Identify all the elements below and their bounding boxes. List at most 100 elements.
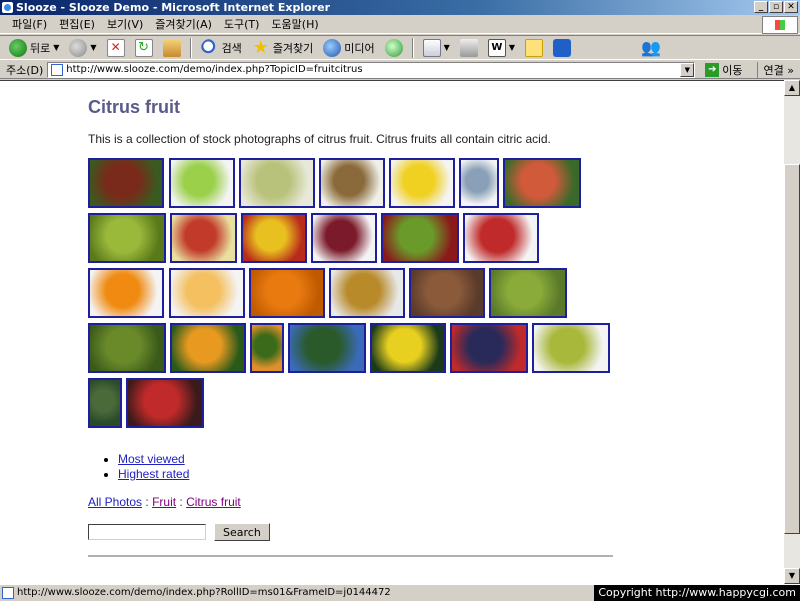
thumb-orange-tree[interactable] xyxy=(170,323,246,373)
back-dropdown-icon[interactable]: ▼ xyxy=(53,43,59,52)
list-item: Most viewed xyxy=(118,452,618,466)
address-label: 주소(D) xyxy=(6,63,44,77)
menu-edit[interactable]: 편집(E) xyxy=(53,16,101,32)
discuss-button[interactable] xyxy=(522,37,546,59)
address-field[interactable]: ▼ xyxy=(47,61,696,78)
thumb-kiwis[interactable] xyxy=(319,158,385,208)
favorites-star-icon: ★ xyxy=(252,36,269,58)
search-submit-button[interactable]: Search xyxy=(214,523,270,541)
status-url: http://www.slooze.com/demo/index.php?Rol… xyxy=(17,587,391,598)
menu-tools[interactable]: 도구(T) xyxy=(218,16,266,32)
thumb-dark-grapes[interactable] xyxy=(450,323,528,373)
address-input[interactable] xyxy=(66,64,667,75)
scroll-up-icon[interactable]: ▲ xyxy=(784,80,800,96)
thumb-grape-bunch[interactable] xyxy=(88,378,122,428)
breadcrumb-separator: : xyxy=(145,495,149,509)
sort-links: Most viewed Highest rated xyxy=(118,452,618,481)
back-icon xyxy=(9,38,27,57)
thumb-clipart[interactable] xyxy=(459,158,499,208)
thumb-red-apple[interactable] xyxy=(463,213,539,263)
status-bar: http://www.slooze.com/demo/index.php?Rol… xyxy=(0,584,800,601)
vertical-scrollbar[interactable]: ▲ ▼ xyxy=(784,80,800,584)
search-icon xyxy=(200,38,219,57)
search-input[interactable] xyxy=(88,524,206,540)
menu-favorites[interactable]: 즐겨찾기(A) xyxy=(149,16,218,32)
window-title: Slooze - Slooze Demo - Microsoft Interne… xyxy=(16,1,330,14)
thumb-market-fruit[interactable] xyxy=(126,378,204,428)
restore-button[interactable]: ▫ xyxy=(769,1,783,13)
edit-dropdown-icon[interactable]: ▼ xyxy=(509,43,515,52)
breadcrumb-all-photos[interactable]: All Photos xyxy=(88,495,142,509)
messenger-button[interactable]: 👥 xyxy=(638,37,662,59)
thumb-peaches[interactable] xyxy=(503,158,581,208)
thumb-lemon-tree[interactable] xyxy=(370,323,446,373)
edit-word-button[interactable]: W ▼ xyxy=(485,37,518,59)
go-arrow-icon: ➔ xyxy=(705,62,720,77)
thumb-pears-apples[interactable] xyxy=(170,213,237,263)
menu-file[interactable]: 파일(F) xyxy=(6,16,53,32)
close-button[interactable]: ✕ xyxy=(784,1,798,13)
home-button[interactable] xyxy=(160,37,184,59)
links-button[interactable]: 연결 » xyxy=(756,61,794,78)
thumb-grapes[interactable] xyxy=(239,158,315,208)
mail-icon xyxy=(422,38,441,57)
thumb-oranges-pile[interactable] xyxy=(249,268,325,318)
thumb-pear[interactable] xyxy=(532,323,610,373)
refresh-button[interactable]: ↻ xyxy=(132,37,156,59)
go-button[interactable]: ➔ 이동 xyxy=(699,62,748,78)
windows-flag-icon xyxy=(762,16,798,34)
scroll-thumb[interactable] xyxy=(784,164,800,534)
favorites-button[interactable]: ★ 즐겨찾기 xyxy=(249,37,316,59)
thumb-lemons[interactable] xyxy=(389,158,455,208)
thumb-grape-crates[interactable] xyxy=(88,323,166,373)
thumb-lemon-apple[interactable] xyxy=(241,213,307,263)
history-button[interactable] xyxy=(382,37,406,59)
thumb-tree-small[interactable] xyxy=(250,323,284,373)
back-label: 뒤로 xyxy=(30,41,51,55)
thumbnail-grid xyxy=(88,158,618,434)
highest-rated-link[interactable]: Highest rated xyxy=(118,467,189,481)
thumb-orange-grove[interactable] xyxy=(288,323,366,373)
most-viewed-link[interactable]: Most viewed xyxy=(118,452,185,466)
minimize-button[interactable]: _ xyxy=(754,1,768,13)
toolbar-separator xyxy=(189,37,192,58)
thumb-apples-tree[interactable] xyxy=(88,158,164,208)
menu-view[interactable]: 보기(V) xyxy=(101,16,149,32)
address-dropdown-icon[interactable]: ▼ xyxy=(680,62,695,77)
mail-button[interactable]: ▼ xyxy=(420,37,453,59)
thumb-green-apples[interactable] xyxy=(169,158,235,208)
divider xyxy=(88,555,613,557)
mail-dropdown-icon[interactable]: ▼ xyxy=(444,43,450,52)
breadcrumb-citrus-fruit[interactable]: Citrus fruit xyxy=(186,495,241,509)
thumb-nuts[interactable] xyxy=(409,268,485,318)
thumb-lime-slice[interactable] xyxy=(88,213,166,263)
media-button[interactable]: 미디어 xyxy=(320,37,377,59)
stop-button[interactable] xyxy=(104,37,128,59)
print-button[interactable] xyxy=(457,37,481,59)
page-icon xyxy=(51,63,64,76)
standard-toolbar: 뒤로 ▼ ▼ ↻ 검색 ★ 즐겨찾기 미디어 ▼ W ▼ 👥 xyxy=(0,35,800,60)
thumb-green-grapes[interactable] xyxy=(489,268,567,318)
window-buttons: _ ▫ ✕ xyxy=(754,1,798,13)
page-content: Citrus fruit This is a collection of sto… xyxy=(88,97,618,557)
thumb-pineapple[interactable] xyxy=(329,268,405,318)
favorites-label: 즐겨찾기 xyxy=(272,41,314,55)
forward-dropdown-icon[interactable]: ▼ xyxy=(90,43,96,52)
back-button[interactable]: 뒤로 ▼ xyxy=(6,37,62,59)
research-button[interactable] xyxy=(550,37,574,59)
breadcrumb-fruit[interactable]: Fruit xyxy=(152,495,176,509)
search-button[interactable]: 검색 xyxy=(198,37,245,59)
toolbar-separator xyxy=(411,37,414,58)
list-item: Highest rated xyxy=(118,467,618,481)
print-icon xyxy=(459,38,478,57)
thumb-orange-slices[interactable] xyxy=(169,268,245,318)
thumb-red-apples[interactable] xyxy=(311,213,377,263)
thumb-orange[interactable] xyxy=(88,268,164,318)
scroll-down-icon[interactable]: ▼ xyxy=(784,568,800,584)
research-icon xyxy=(552,38,571,57)
refresh-icon: ↻ xyxy=(134,38,153,57)
menu-help[interactable]: 도움말(H) xyxy=(265,16,324,32)
ie-app-icon xyxy=(2,2,13,13)
forward-button[interactable]: ▼ xyxy=(66,37,99,59)
thumb-apple-mix[interactable] xyxy=(381,213,459,263)
